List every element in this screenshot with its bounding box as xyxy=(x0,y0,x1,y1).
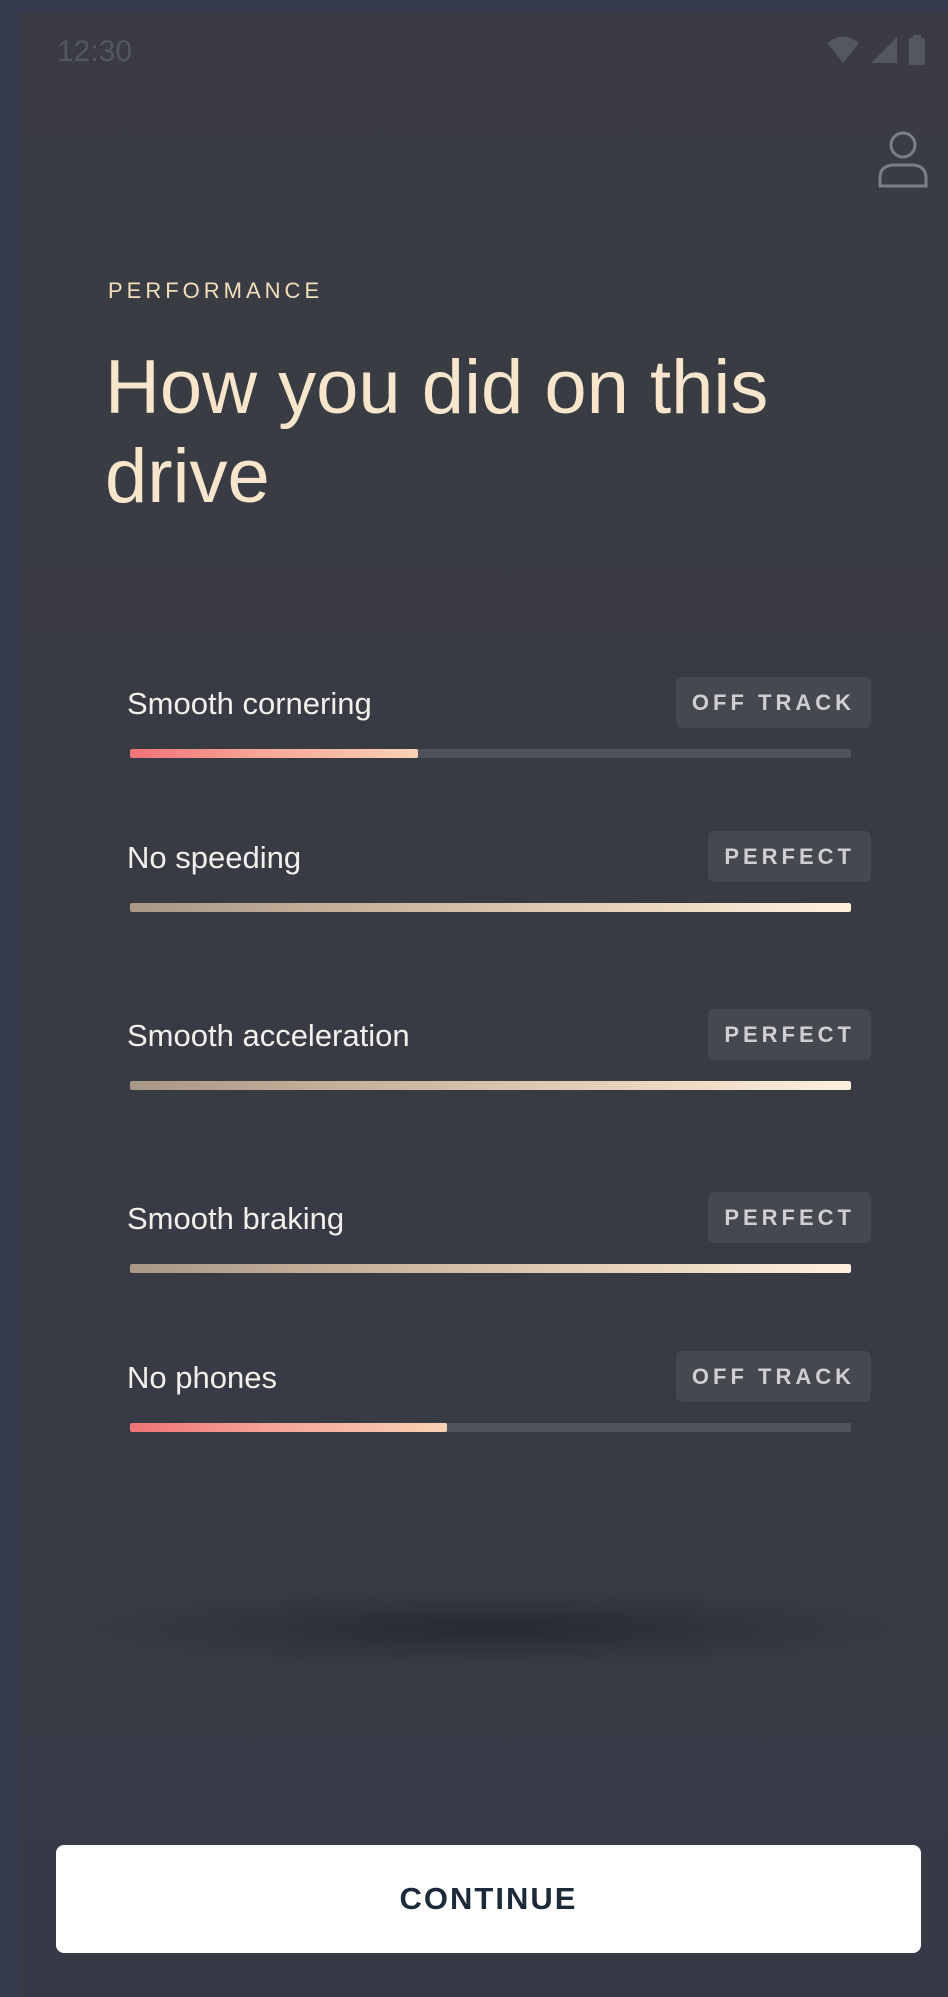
metric-progress-track xyxy=(130,903,851,912)
metric-progress-fill xyxy=(130,903,851,912)
metric-label: Smooth braking xyxy=(127,1201,345,1236)
metric-label: No speeding xyxy=(127,840,302,875)
card-shadow xyxy=(79,1588,909,1668)
status-icons xyxy=(826,35,926,65)
metric-label: No phones xyxy=(127,1360,277,1395)
metric-progress-track xyxy=(130,749,851,758)
wifi-icon xyxy=(827,36,859,63)
metric-row: Smooth braking PERFECT xyxy=(127,1192,871,1301)
metric-progress-fill xyxy=(130,749,419,758)
metric-progress-fill xyxy=(130,1423,448,1432)
user-icon xyxy=(878,131,928,188)
status-bar: 12:30 xyxy=(19,13,948,85)
metric-row: Smooth acceleration PERFECT xyxy=(127,1009,871,1118)
battery-icon xyxy=(909,35,925,65)
section-eyebrow: PERFORMANCE xyxy=(108,278,324,303)
metric-status-badge: PERFECT xyxy=(708,831,871,882)
status-time: 12:30 xyxy=(57,35,133,68)
metric-status-badge: OFF TRACK xyxy=(675,1351,871,1402)
metric-label: Smooth acceleration xyxy=(127,1018,410,1053)
metric-status-badge: PERFECT xyxy=(708,1009,871,1060)
metric-progress-track xyxy=(130,1264,851,1273)
signal-icon xyxy=(871,37,897,63)
metric-row: No phones OFF TRACK xyxy=(127,1351,871,1460)
metric-row: No speeding PERFECT xyxy=(127,831,871,940)
metric-progress-fill xyxy=(130,1081,851,1090)
metric-status-badge: OFF TRACK xyxy=(675,677,871,728)
app-screen: 12:30 PERFORMANCE How you did on this dr… xyxy=(19,13,948,1997)
continue-button[interactable]: CONTINUE xyxy=(56,1845,921,1953)
page-title: How you did on this drive xyxy=(105,345,769,519)
metric-progress-fill xyxy=(130,1264,851,1273)
metric-status-badge: PERFECT xyxy=(708,1192,871,1243)
metric-progress-track xyxy=(130,1081,851,1090)
metric-progress-track xyxy=(130,1423,851,1432)
profile-button[interactable] xyxy=(875,126,931,192)
metric-row: Smooth cornering OFF TRACK xyxy=(127,677,871,786)
metric-label: Smooth cornering xyxy=(127,686,372,721)
